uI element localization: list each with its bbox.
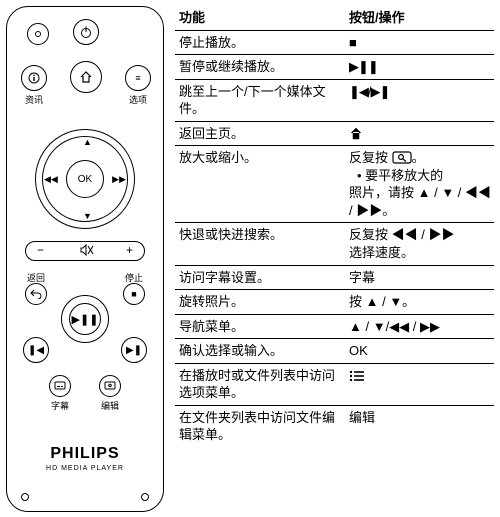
power-button[interactable] xyxy=(73,19,99,45)
action-cell: ■ xyxy=(345,30,494,55)
function-table: 功能 按钮/操作 停止播放。■暂停或继续播放。▶❚❚跳至上一个/下一个媒体文件。… xyxy=(175,6,494,447)
header-action: 按钮/操作 xyxy=(345,6,494,30)
table-row: 快退或快进搜索。反复按 ◀◀ / ▶▶选择速度。 xyxy=(175,223,494,265)
dpad: ▲ ▼ ◀◀ ▶▶ OK xyxy=(35,129,135,229)
dpad-up[interactable]: ▲ xyxy=(83,137,92,147)
func-cell: 放大或缩小。 xyxy=(175,146,345,223)
info-button[interactable] xyxy=(21,65,47,91)
table-row: 放大或缩小。反复按 。要平移放大的照片，请按 ▲ / ▼ / ◀◀ / ▶▶。 xyxy=(175,146,494,223)
table-row: 暂停或继续播放。▶❚❚ xyxy=(175,55,494,80)
next-track-button[interactable]: ▶❚ xyxy=(121,337,147,363)
volume-row: − + xyxy=(25,241,145,259)
action-cell: 反复按 ◀◀ / ▶▶选择速度。 xyxy=(345,223,494,265)
table-row: 访问字幕设置。字幕 xyxy=(175,265,494,290)
func-cell: 在文件夹列表中访问文件编辑菜单。 xyxy=(175,405,345,447)
prev-track-button[interactable]: ❚◀ xyxy=(23,337,49,363)
func-cell: 跳至上一个/下一个媒体文件。 xyxy=(175,79,345,121)
action-cell: 反复按 。要平移放大的照片，请按 ▲ / ▼ / ◀◀ / ▶▶。 xyxy=(345,146,494,223)
brand: PHILIPS xyxy=(7,445,163,463)
subbrand: HD MEDIA PLAYER xyxy=(7,465,163,472)
home-button[interactable] xyxy=(70,61,102,93)
func-cell: 访问字幕设置。 xyxy=(175,265,345,290)
func-cell: 快退或快进搜索。 xyxy=(175,223,345,265)
table-row: 返回主页。 xyxy=(175,121,494,146)
table-row: 旋转照片。按 ▲ / ▼。 xyxy=(175,290,494,315)
vol-minus[interactable]: − xyxy=(37,243,44,257)
back-button[interactable] xyxy=(25,283,47,305)
func-cell: 旋转照片。 xyxy=(175,290,345,315)
table-row: 导航菜单。▲ / ▼/◀◀ / ▶▶ xyxy=(175,314,494,339)
table-row: 跳至上一个/下一个媒体文件。❚◀/▶❚ xyxy=(175,79,494,121)
func-cell: 导航菜单。 xyxy=(175,314,345,339)
action-cell: ▶❚❚ xyxy=(345,55,494,80)
edit-label: 编辑 xyxy=(97,399,123,412)
options-button[interactable]: ≡ xyxy=(125,65,151,91)
action-cell xyxy=(345,121,494,146)
mute-icon[interactable] xyxy=(80,244,94,259)
vol-plus[interactable]: + xyxy=(126,243,133,257)
action-cell xyxy=(345,363,494,405)
header-func: 功能 xyxy=(175,6,345,30)
action-cell: 按 ▲ / ▼。 xyxy=(345,290,494,315)
remote-control: 资讯 ≡ 选项 ▲ ▼ ◀◀ ▶▶ OK − + xyxy=(6,6,164,512)
back-label: 返回 xyxy=(23,271,49,284)
subtitle-button[interactable] xyxy=(49,375,71,397)
action-cell: ❚◀/▶❚ xyxy=(345,79,494,121)
action-cell: 编辑 xyxy=(345,405,494,447)
screw xyxy=(21,493,29,501)
ok-button[interactable]: OK xyxy=(66,160,104,198)
stop-label: 停止 xyxy=(121,271,147,284)
led-indicator xyxy=(27,23,49,45)
action-cell: ▲ / ▼/◀◀ / ▶▶ xyxy=(345,314,494,339)
func-cell: 确认选择或输入。 xyxy=(175,339,345,364)
func-cell: 在播放时或文件列表中访问选项菜单。 xyxy=(175,363,345,405)
subtitle-label: 字幕 xyxy=(47,399,73,412)
dpad-down[interactable]: ▼ xyxy=(83,211,92,221)
action-cell: OK xyxy=(345,339,494,364)
func-cell: 停止播放。 xyxy=(175,30,345,55)
table-row: 确认选择或输入。OK xyxy=(175,339,494,364)
edit-button[interactable] xyxy=(99,375,121,397)
action-cell: 字幕 xyxy=(345,265,494,290)
table-row: 在文件夹列表中访问文件编辑菜单。编辑 xyxy=(175,405,494,447)
options-label: 选项 xyxy=(125,93,151,106)
table-row: 停止播放。■ xyxy=(175,30,494,55)
dpad-left[interactable]: ◀◀ xyxy=(44,174,58,185)
info-label: 资讯 xyxy=(21,93,47,106)
playpause-button[interactable]: ▶❚❚ xyxy=(61,295,109,343)
dpad-right[interactable]: ▶▶ xyxy=(112,174,126,185)
func-cell: 返回主页。 xyxy=(175,121,345,146)
func-cell: 暂停或继续播放。 xyxy=(175,55,345,80)
screw xyxy=(141,493,149,501)
table-row: 在播放时或文件列表中访问选项菜单。 xyxy=(175,363,494,405)
stop-button[interactable]: ■ xyxy=(123,283,145,305)
